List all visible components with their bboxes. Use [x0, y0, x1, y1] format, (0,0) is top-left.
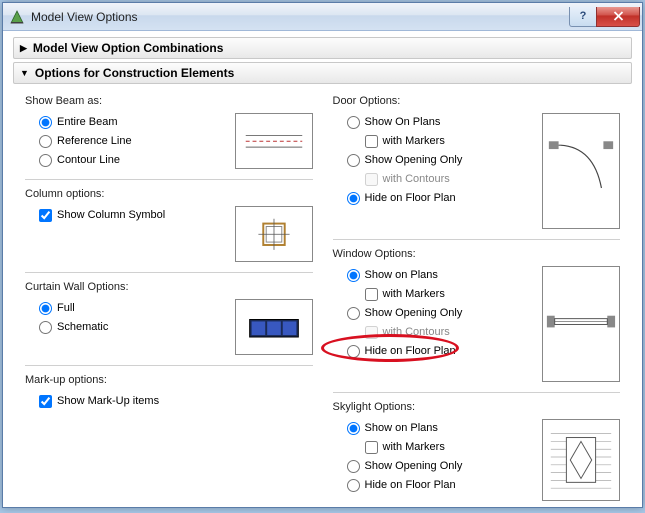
- divider: [25, 179, 313, 180]
- door-group: Door Options: Show On Plans with Markers…: [333, 91, 621, 233]
- section-combinations-label: Model View Option Combinations: [33, 41, 223, 55]
- divider: [25, 272, 313, 273]
- column-symbol-label: Show Column Symbol: [57, 209, 165, 221]
- window-opt-group: Window Options: Show on Plans with Marke…: [333, 244, 621, 386]
- skylight-preview: [542, 419, 620, 501]
- beam-preview: [235, 113, 313, 169]
- skylight-opening-radio[interactable]: [347, 460, 360, 473]
- markup-show-label: Show Mark-Up items: [57, 395, 159, 407]
- door-hide-label: Hide on Floor Plan: [365, 192, 456, 204]
- divider: [333, 239, 621, 240]
- section-combinations[interactable]: ▶ Model View Option Combinations: [13, 37, 632, 59]
- triangle-down-icon: ▼: [20, 68, 29, 78]
- window-opening-radio[interactable]: [347, 307, 360, 320]
- triangle-right-icon: ▶: [20, 43, 27, 54]
- right-column: Door Options: Show On Plans with Markers…: [323, 91, 621, 507]
- close-button[interactable]: [596, 7, 640, 27]
- skylight-markers-label: with Markers: [383, 441, 445, 453]
- skylight-showplans-radio[interactable]: [347, 422, 360, 435]
- door-markers-label: with Markers: [383, 135, 445, 147]
- door-opening-radio[interactable]: [347, 154, 360, 167]
- column-group: Column options: Show Column Symbol: [25, 184, 313, 266]
- window-title: Model View Options: [31, 10, 570, 24]
- door-showplans-radio[interactable]: [347, 116, 360, 129]
- skylight-hide-radio[interactable]: [347, 479, 360, 492]
- curtain-full-label: Full: [57, 302, 75, 314]
- skylight-group: Skylight Options: Show on Plans with Mar…: [333, 397, 621, 505]
- column-preview: [235, 206, 313, 262]
- curtain-full-radio[interactable]: [39, 302, 52, 315]
- skylight-markers-checkbox[interactable]: [365, 441, 378, 454]
- markup-show-checkbox[interactable]: [39, 395, 52, 408]
- skylight-title: Skylight Options:: [333, 397, 621, 413]
- section-construction[interactable]: ▼ Options for Construction Elements: [13, 62, 632, 84]
- window-opening-label: Show Opening Only: [365, 307, 463, 319]
- window-markers-checkbox[interactable]: [365, 288, 378, 301]
- window-preview: [542, 266, 620, 382]
- markup-title: Mark-up options:: [25, 370, 313, 386]
- skylight-hide-label: Hide on Floor Plan: [365, 479, 456, 491]
- door-markers-checkbox[interactable]: [365, 135, 378, 148]
- window-contours-checkbox: [365, 326, 378, 339]
- dialog-content: ▶ Model View Option Combinations ▼ Optio…: [3, 31, 642, 513]
- window-showplans-label: Show on Plans: [365, 269, 438, 281]
- curtain-title: Curtain Wall Options:: [25, 277, 313, 293]
- window-contours-label: with Contours: [383, 326, 450, 338]
- door-hide-radio[interactable]: [347, 192, 360, 205]
- skylight-showplans-label: Show on Plans: [365, 422, 438, 434]
- beam-contour-radio[interactable]: [39, 154, 52, 167]
- door-opening-label: Show Opening Only: [365, 154, 463, 166]
- divider: [25, 365, 313, 366]
- curtain-preview: [235, 299, 313, 355]
- column-title: Column options:: [25, 184, 313, 200]
- window-hide-label: Hide on Floor Plan: [365, 345, 456, 357]
- door-showplans-label: Show On Plans: [365, 116, 441, 128]
- beam-reference-radio[interactable]: [39, 135, 52, 148]
- beam-reference-label: Reference Line: [57, 135, 132, 147]
- beam-group: Show Beam as: Entire Beam Reference Line…: [25, 91, 313, 173]
- divider: [333, 392, 621, 393]
- curtain-group: Curtain Wall Options: Full Schematic: [25, 277, 313, 359]
- curtain-schematic-radio[interactable]: [39, 321, 52, 334]
- beam-title: Show Beam as:: [25, 91, 313, 107]
- beam-entire-label: Entire Beam: [57, 116, 118, 128]
- beam-entire-radio[interactable]: [39, 116, 52, 129]
- titlebar[interactable]: Model View Options ?: [3, 3, 642, 31]
- skylight-opening-label: Show Opening Only: [365, 460, 463, 472]
- dialog-window: Model View Options ? ▶ Model View Option…: [2, 2, 643, 508]
- left-column: Show Beam as: Entire Beam Reference Line…: [25, 91, 323, 507]
- column-symbol-checkbox[interactable]: [39, 209, 52, 222]
- door-contours-label: with Contours: [383, 173, 450, 185]
- markup-group: Mark-up options: Show Mark-Up items: [25, 370, 313, 411]
- window-showplans-radio[interactable]: [347, 269, 360, 282]
- door-title: Door Options:: [333, 91, 621, 107]
- window-opt-title: Window Options:: [333, 244, 621, 260]
- curtain-schematic-label: Schematic: [57, 321, 108, 333]
- door-contours-checkbox: [365, 173, 378, 186]
- window-markers-label: with Markers: [383, 288, 445, 300]
- door-preview: [542, 113, 620, 229]
- section-construction-label: Options for Construction Elements: [35, 66, 234, 80]
- options-panel: Show Beam as: Entire Beam Reference Line…: [13, 87, 632, 507]
- beam-contour-label: Contour Line: [57, 154, 120, 166]
- window-hide-radio[interactable]: [347, 345, 360, 358]
- help-button[interactable]: ?: [569, 7, 597, 27]
- app-icon: [9, 9, 25, 25]
